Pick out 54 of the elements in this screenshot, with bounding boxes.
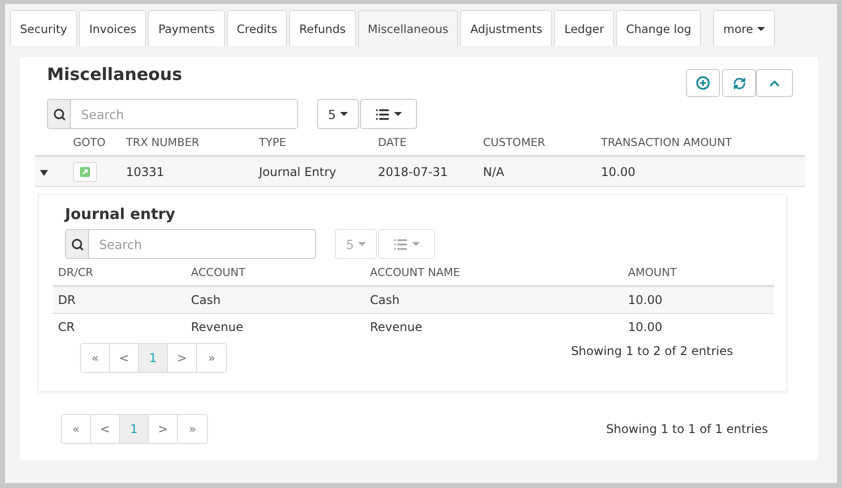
column-header: DR/CR: [58, 266, 94, 278]
search-field[interactable]: Search: [47, 99, 298, 129]
refresh-button[interactable]: [722, 69, 756, 97]
search-field[interactable]: Search: [65, 229, 316, 259]
external-link-icon: [80, 166, 90, 176]
collapse-button[interactable]: [756, 69, 793, 97]
tab[interactable]: Refunds: [289, 10, 356, 46]
list-icon: [392, 236, 408, 252]
columns-dropdown[interactable]: [360, 99, 417, 129]
tab[interactable]: Invoices: [79, 10, 146, 46]
table-cell-text: DR: [58, 293, 77, 307]
entries-info: Showing 1 to 1 of 1 entries: [606, 422, 768, 436]
page-button[interactable]: «: [81, 344, 110, 372]
tab[interactable]: Miscellaneous: [358, 10, 458, 46]
page-size-dropdown[interactable]: 5: [317, 99, 359, 129]
tab[interactable]: Credits: [226, 10, 288, 46]
column-header: TRANSACTION AMOUNT: [601, 136, 733, 148]
column-header: TYPE: [259, 136, 288, 148]
search-icon: [70, 238, 84, 250]
table-cell-text: 10.00: [628, 320, 664, 334]
table-cell-text: Journal Entry: [259, 164, 338, 178]
tab[interactable]: Security: [10, 10, 78, 46]
column-header: ACCOUNT: [191, 266, 246, 278]
table-cell-text: Cash: [191, 293, 222, 307]
table-cell-text: 10.00: [628, 293, 664, 307]
column-header: CUSTOMER: [483, 136, 546, 148]
refresh-icon: [732, 76, 746, 90]
expand-caret-icon[interactable]: [40, 170, 48, 176]
plus-icon: [696, 76, 710, 90]
table-cell-text: Revenue: [191, 320, 244, 334]
table-cell-text: 10.00: [601, 164, 636, 178]
tab[interactable]: Payments: [148, 10, 225, 46]
column-header: TRX NUMBER: [126, 136, 200, 148]
more-tab[interactable]: more: [713, 10, 775, 46]
entries-info: Showing 1 to 2 of 2 entries: [571, 344, 733, 358]
tab[interactable]: Change log: [616, 10, 702, 46]
column-header: AMOUNT: [628, 266, 678, 278]
table-cell-text: 2018-07-31: [378, 164, 449, 178]
table-cell-text: Cash: [370, 293, 401, 307]
page-button[interactable]: «: [62, 415, 91, 443]
table-cell-text: 10331: [126, 164, 166, 178]
column-header: DATE: [378, 136, 408, 148]
tab[interactable]: Ledger: [554, 10, 614, 46]
detail-title: Journal entry: [63, 205, 176, 223]
table-cell-text: N/A: [483, 164, 506, 178]
column-header: GOTO: [73, 136, 107, 148]
list-icon: [374, 106, 390, 122]
table-cell-text: Revenue: [370, 320, 424, 334]
table-cell-text: CR: [58, 320, 76, 334]
add-button[interactable]: [686, 69, 720, 97]
panel-title: Miscellaneous: [46, 65, 182, 85]
tab[interactable]: Adjustments: [460, 10, 552, 46]
column-header: ACCOUNT NAME: [370, 266, 462, 278]
search-icon: [52, 108, 66, 120]
